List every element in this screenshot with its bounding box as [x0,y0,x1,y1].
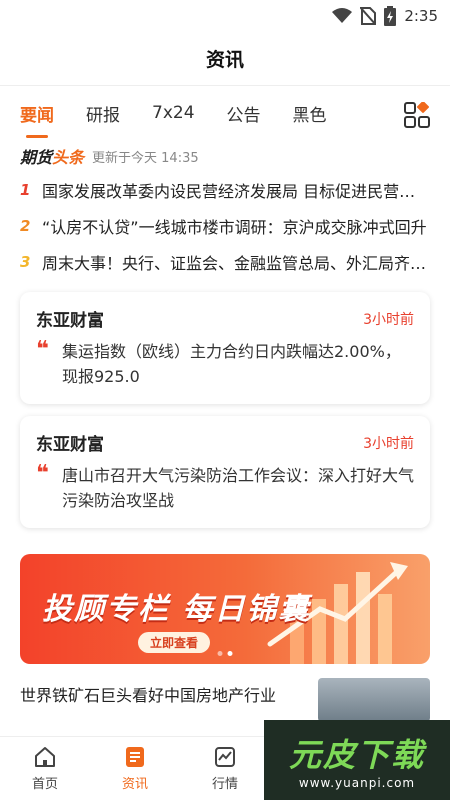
news-source: 东亚财富 [36,435,104,455]
headline-list: 1 国家发展改革委内设民营经济发展局 目标促进民营经济发展壮大 2 “认房不认贷… [0,172,450,280]
headline-header: 期货头条 更新于今天 14:35 [0,140,450,172]
news-card[interactable]: 东亚财富 3小时前 ❝ 唐山市召开大气污染防治工作会议：深入打好大气污染防治攻坚… [20,416,430,528]
article-item[interactable]: 世界铁矿石巨头看好中国房地产行业 [20,678,430,722]
watermark-url: www.yuanpi.com [298,776,416,790]
status-bar: 2:35 [0,0,450,32]
news-card[interactable]: 东亚财富 3小时前 ❝ 集运指数（欧线）主力合约日内跌幅达2.00%，现报925… [20,292,430,404]
carousel-dots [217,651,233,656]
nav-news[interactable]: 资讯 [90,745,180,792]
carousel-dot[interactable] [227,651,233,656]
banner-title: 投顾专栏 每日锦囊 [42,592,311,627]
news-text: 唐山市召开大气污染防治工作会议：深入打好大气污染防治攻坚战 [62,466,415,510]
promo-banner[interactable]: 投顾专栏 每日锦囊 立即查看 [20,554,430,664]
watermark-logo: 元皮下载 www.yuanpi.com [264,720,450,800]
nav-home[interactable]: 首页 [0,745,90,792]
wifi-icon [332,8,353,23]
nav-market[interactable]: 行情 [180,745,270,792]
news-icon [126,747,144,767]
grid-menu-icon[interactable] [404,102,430,128]
news-source: 东亚财富 [36,311,104,331]
nav-label: 行情 [211,777,238,792]
category-tabs: 要闻 研报 7x24 公告 黑色 [0,86,450,140]
headline-text: 国家发展改革委内设民营经济发展局 目标促进民营经济发展壮大 [42,182,430,201]
headline-item[interactable]: 2 “认房不认贷”一线城市楼市调研：京沪成交脉冲式回升 [20,208,430,244]
news-time: 3小时前 [363,435,414,452]
status-time: 2:35 [404,7,438,25]
rank-number: 2 [20,217,31,235]
nav-label: 首页 [31,777,58,792]
headline-item[interactable]: 1 国家发展改革委内设民营经济发展局 目标促进民营经济发展壮大 [20,172,430,208]
quote-icon: ❝ [36,337,49,362]
tab-black[interactable]: 黑色 [293,101,327,126]
quote-icon: ❝ [36,461,49,486]
nav-label: 资讯 [121,777,148,792]
no-sim-icon [360,7,377,25]
battery-charging-icon [384,6,397,26]
tab-research[interactable]: 研报 [86,101,120,126]
carousel-dot[interactable] [217,651,223,656]
article-thumbnail [318,678,430,722]
page-header: 资讯 [0,32,450,86]
watermark-logo-text: 元皮下载 [288,736,425,774]
view-now-button[interactable]: 立即查看 [138,632,211,653]
headline-text: “认房不认贷”一线城市楼市调研：京沪成交脉冲式回升 [42,218,427,237]
futures-headline-logo: 期货头条 [20,148,85,167]
page-title: 资讯 [205,49,244,71]
chart-icon [215,747,235,767]
news-time: 3小时前 [363,311,414,328]
tab-announcements[interactable]: 公告 [227,101,261,126]
headline-item[interactable]: 3 周末大事！央行、证监会、金融监管总局、外汇局齐发声 [20,244,430,280]
rank-number: 3 [20,253,31,271]
home-icon [35,747,55,767]
article-title: 世界铁矿石巨头看好中国房地产行业 [20,686,277,705]
tab-7x24[interactable]: 7x24 [152,103,195,123]
news-text: 集运指数（欧线）主力合约日内跌幅达2.00%，现报925.0 [62,342,401,386]
update-time: 更新于今天 14:35 [92,150,199,166]
tab-headlines[interactable]: 要闻 [20,101,54,126]
headline-text: 周末大事！央行、证监会、金融监管总局、外汇局齐发声 [42,254,430,273]
rank-number: 1 [20,181,31,199]
